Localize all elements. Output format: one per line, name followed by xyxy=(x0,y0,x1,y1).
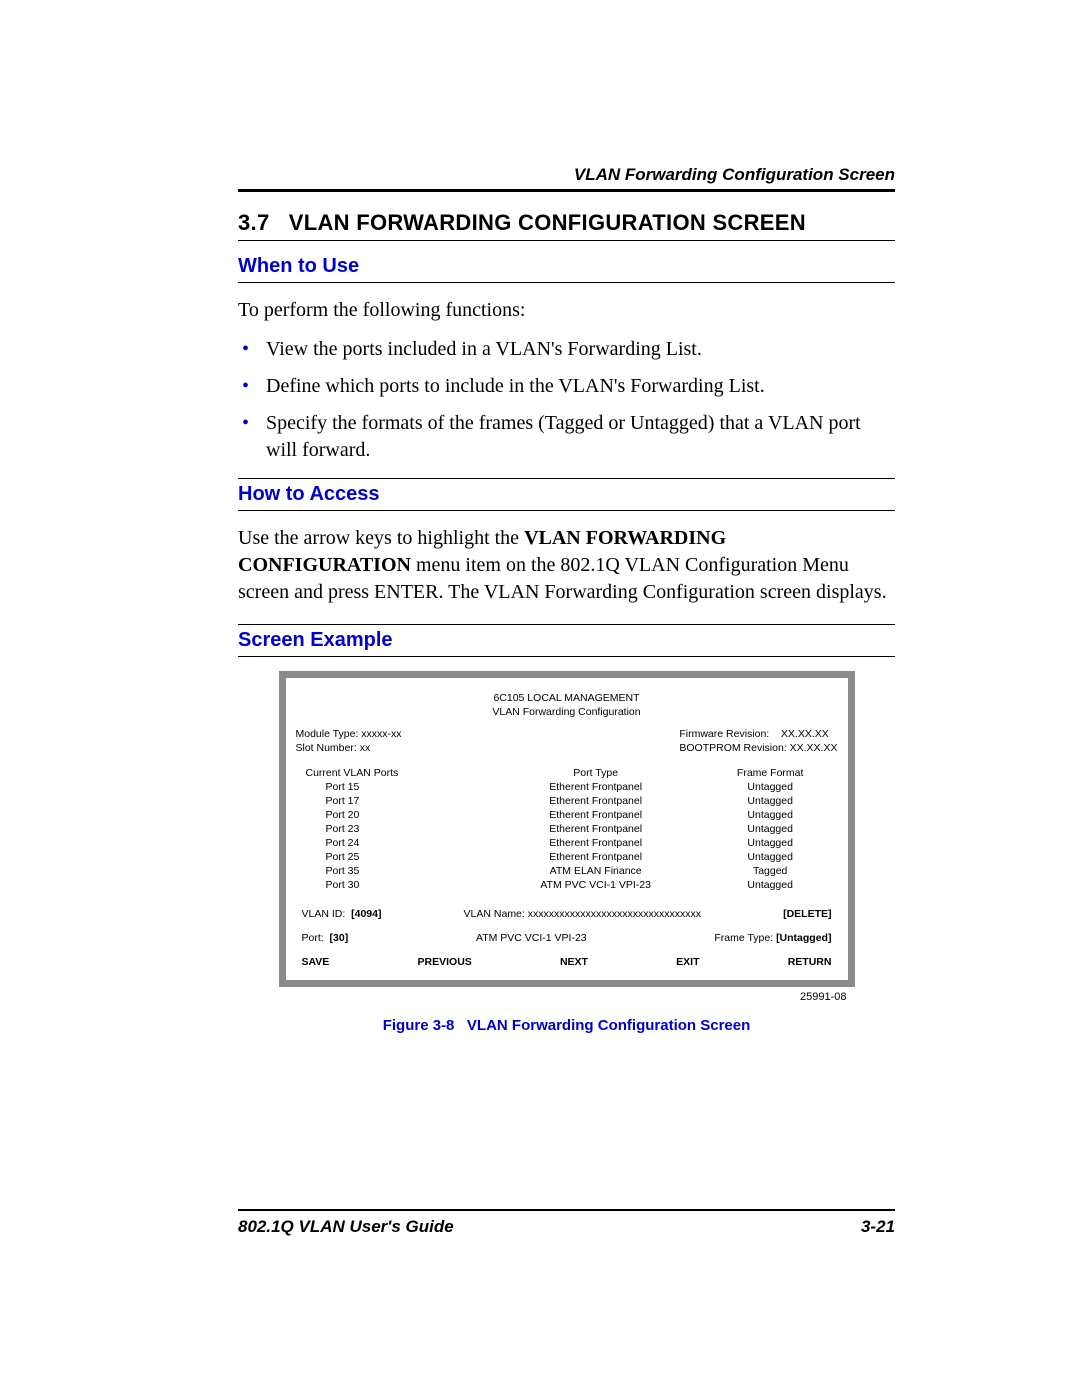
delete-action[interactable]: [DELETE] xyxy=(783,908,831,920)
how-top-rule xyxy=(238,478,895,479)
how-paragraph: Use the arrow keys to highlight the VLAN… xyxy=(238,525,895,606)
cell-fmt: Untagged xyxy=(703,836,838,850)
next-action[interactable]: NEXT xyxy=(560,956,588,968)
frame-type-label: Frame Type: xyxy=(714,932,773,944)
slot-number: Slot Number: xx xyxy=(296,742,402,754)
cell-type: ATM PVC VCI-1 VPI-23 xyxy=(488,878,702,892)
cell-type: Etherent Frontpanel xyxy=(488,836,702,850)
cell-port: Port 30 xyxy=(296,878,489,892)
pvc-label: ATM PVC VCI-1 VPI-23 xyxy=(476,932,587,944)
when-intro: To perform the following functions: xyxy=(238,297,895,324)
screen-top-rule xyxy=(238,624,895,625)
bootprom-rev: BOOTPROM Revision: XX.XX.XX xyxy=(679,742,837,754)
port-value[interactable]: [30] xyxy=(330,932,349,944)
table-row: Port 20Etherent FrontpanelUntagged xyxy=(296,808,838,822)
cell-type: ATM ELAN Finance xyxy=(488,864,702,878)
firmware-value: XX.XX.XX xyxy=(781,728,829,740)
cell-fmt: Untagged xyxy=(703,822,838,836)
running-header: VLAN Forwarding Configuration Screen xyxy=(238,165,895,185)
port-label: Port: xyxy=(302,932,324,944)
frame-type-value[interactable]: [Untagged] xyxy=(776,932,831,944)
firmware-rev: Firmware Revision: XX.XX.XX xyxy=(679,728,837,740)
terminal-screenshot: 6C105 LOCAL MANAGEMENT VLAN Forwarding C… xyxy=(238,671,895,1003)
cell-fmt: Untagged xyxy=(703,850,838,864)
how-rule xyxy=(238,510,895,511)
cell-fmt: Tagged xyxy=(703,864,838,878)
header-rule xyxy=(238,189,895,192)
table-row: Port 23Etherent FrontpanelUntagged xyxy=(296,822,838,836)
vlan-name: VLAN Name: xxxxxxxxxxxxxxxxxxxxxxxxxxxxx… xyxy=(464,908,701,920)
cell-port: Port 24 xyxy=(296,836,489,850)
section-heading: VLAN FORWARDING CONFIGURATION SCREEN xyxy=(289,210,806,235)
frame-type: Frame Type: [Untagged] xyxy=(714,932,831,944)
cell-fmt: Untagged xyxy=(703,794,838,808)
table-row: Port 30ATM PVC VCI-1 VPI-23Untagged xyxy=(296,878,838,892)
col-ports: Current VLAN Ports xyxy=(296,766,489,780)
when-rule xyxy=(238,282,895,283)
subhead-screen-example: Screen Example xyxy=(238,629,895,652)
cell-port: Port 35 xyxy=(296,864,489,878)
screen-title-1: 6C105 LOCAL MANAGEMENT xyxy=(296,692,838,704)
return-action[interactable]: RETURN xyxy=(788,956,832,968)
firmware-label: Firmware Revision: xyxy=(679,728,769,740)
figure-id: 25991-08 xyxy=(287,991,847,1003)
table-row: Port 24Etherent FrontpanelUntagged xyxy=(296,836,838,850)
cell-type: Etherent Frontpanel xyxy=(488,808,702,822)
vlan-id: VLAN ID: [4094] xyxy=(302,908,382,920)
cell-type: Etherent Frontpanel xyxy=(488,850,702,864)
cell-port: Port 17 xyxy=(296,794,489,808)
list-item: Specify the formats of the frames (Tagge… xyxy=(238,410,895,464)
subhead-when-to-use: When to Use xyxy=(238,255,895,278)
footer-left: 802.1Q VLAN User's Guide xyxy=(238,1217,454,1237)
cell-fmt: Untagged xyxy=(703,780,838,794)
cell-type: Etherent Frontpanel xyxy=(488,794,702,808)
module-type: Module Type: xxxxx-xx xyxy=(296,728,402,740)
figure-caption: Figure 3-8 VLAN Forwarding Configuration… xyxy=(238,1017,895,1034)
screen-title-2: VLAN Forwarding Configuration xyxy=(296,706,838,718)
cell-fmt: Untagged xyxy=(703,878,838,892)
table-row: Port 25Etherent FrontpanelUntagged xyxy=(296,850,838,864)
table-row: Port 15Etherent FrontpanelUntagged xyxy=(296,780,838,794)
exit-action[interactable]: EXIT xyxy=(676,956,699,968)
page-footer: 802.1Q VLAN User's Guide 3-21 xyxy=(238,1209,895,1237)
screen-rule xyxy=(238,656,895,657)
list-item: Define which ports to include in the VLA… xyxy=(238,373,895,400)
figure-text: VLAN Forwarding Configuration Screen xyxy=(467,1017,750,1034)
col-type: Port Type xyxy=(488,766,702,780)
cell-port: Port 23 xyxy=(296,822,489,836)
cell-type: Etherent Frontpanel xyxy=(488,780,702,794)
section-number: 3.7 xyxy=(238,210,269,235)
previous-action[interactable]: PREVIOUS xyxy=(418,956,472,968)
cell-fmt: Untagged xyxy=(703,808,838,822)
cell-port: Port 20 xyxy=(296,808,489,822)
col-format: Frame Format xyxy=(703,766,838,780)
how-pre: Use the arrow keys to highlight the xyxy=(238,527,524,549)
vlan-id-value[interactable]: [4094] xyxy=(351,908,381,920)
section-title: 3.7 VLAN FORWARDING CONFIGURATION SCREEN xyxy=(238,210,895,236)
section-rule xyxy=(238,240,895,241)
when-bullet-list: View the ports included in a VLAN's Forw… xyxy=(238,336,895,464)
table-row: Port 35ATM ELAN FinanceTagged xyxy=(296,864,838,878)
list-item: View the ports included in a VLAN's Forw… xyxy=(238,336,895,363)
table-row: Port 17Etherent FrontpanelUntagged xyxy=(296,794,838,808)
cell-port: Port 15 xyxy=(296,780,489,794)
footer-right: 3-21 xyxy=(861,1217,895,1237)
footer-rule xyxy=(238,1209,895,1211)
vlan-id-label: VLAN ID: xyxy=(302,908,346,920)
cell-port: Port 25 xyxy=(296,850,489,864)
figure-label: Figure 3-8 xyxy=(383,1017,455,1034)
vlan-ports-table: Current VLAN Ports Port Type Frame Forma… xyxy=(296,766,838,892)
port-field: Port: [30] xyxy=(302,932,349,944)
subhead-how-to-access: How to Access xyxy=(238,483,895,506)
save-action[interactable]: SAVE xyxy=(302,956,330,968)
cell-type: Etherent Frontpanel xyxy=(488,822,702,836)
